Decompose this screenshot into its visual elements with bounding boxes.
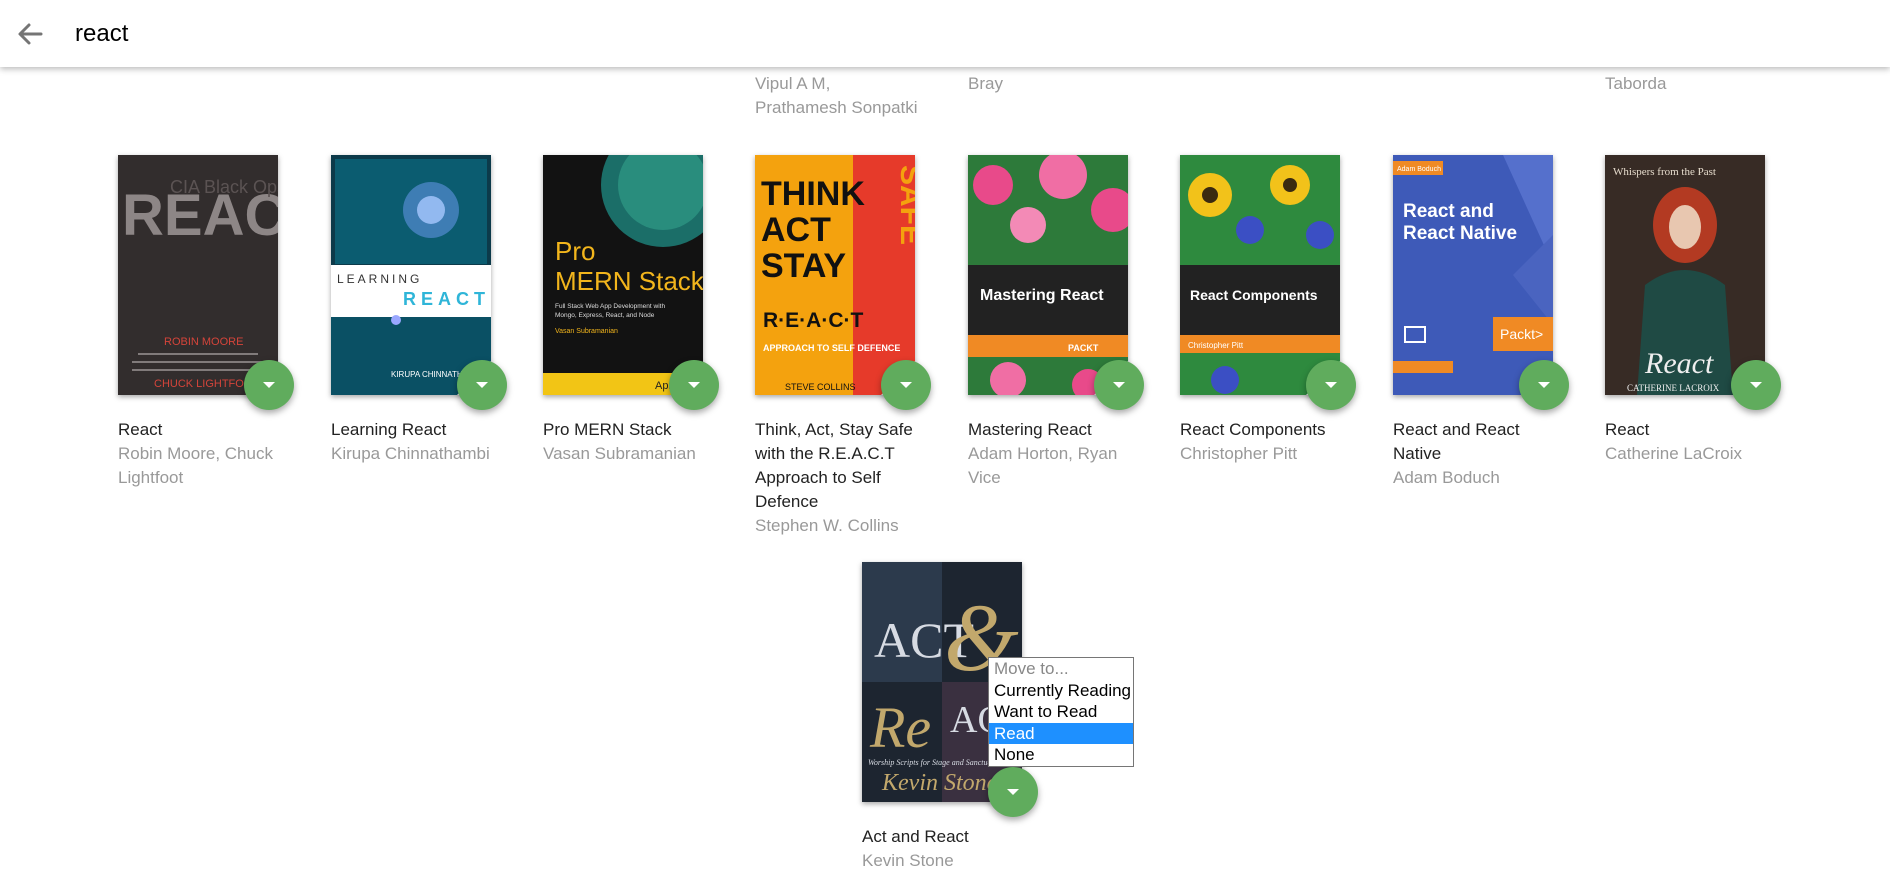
- cover-text: SAFE: [894, 165, 915, 245]
- chevron-down-icon: [1325, 382, 1337, 388]
- book-authors: Bray: [968, 74, 1003, 93]
- book-authors: Taborda: [1605, 74, 1667, 93]
- cover-text: React: [1644, 347, 1714, 380]
- chevron-down-icon: [476, 382, 488, 388]
- book-authors: Adam Boduch: [1393, 468, 1500, 487]
- cover-text: Kevin Stone: [881, 770, 998, 796]
- book-title: Mastering React Adam Horton, Ryan Vice: [968, 418, 1143, 490]
- option-none[interactable]: None: [989, 744, 1133, 766]
- shelf-changer-button[interactable]: [669, 360, 719, 410]
- option-currently-reading[interactable]: Currently Reading: [989, 680, 1133, 702]
- cover-text: Pro: [555, 236, 595, 266]
- shelf-changer-button[interactable]: [1519, 360, 1569, 410]
- arrow-back-icon: [18, 23, 43, 45]
- option-move-to: Move to...: [994, 659, 1069, 678]
- chevron-down-icon: [900, 382, 912, 388]
- book-title: Learning React Kirupa Chinnathambi: [331, 418, 506, 466]
- book-title: React Robin Moore, Chuck Lightfoot: [118, 418, 293, 490]
- search-input[interactable]: [75, 14, 1075, 54]
- book-authors: Robin Moore, Chuck Lightfoot: [118, 444, 273, 487]
- book-title-text: Learning React: [331, 420, 447, 439]
- book-title: React and React Native Adam Boduch: [1393, 418, 1568, 490]
- book-title-text: React Components: [1180, 420, 1326, 439]
- cover-text: STAY: [761, 247, 846, 285]
- cover-text: React Components: [1190, 287, 1318, 303]
- book-authors: Catherine LaCroix: [1605, 444, 1743, 463]
- search-bar: [0, 0, 1890, 67]
- book-title-text: React: [118, 420, 163, 439]
- cover-text: React and: [1403, 201, 1494, 222]
- shelf-changer-button[interactable]: [244, 360, 294, 410]
- book-cover[interactable]: React Components Christopher Pitt: [1180, 155, 1340, 395]
- chevron-down-icon: [1113, 382, 1125, 388]
- shelf-changer-button[interactable]: [881, 360, 931, 410]
- book-title-text: Pro MERN Stack: [543, 420, 672, 439]
- cover-text: LEARNING: [337, 272, 422, 286]
- book-title-text: Act and React: [862, 827, 969, 846]
- cover-text: Worship Scripts for Stage and Sanctuary: [868, 758, 999, 767]
- search-results: Vipul A M, Prathamesh Sonpatki Bray Tabo…: [0, 0, 1890, 882]
- shelf-select-dropdown[interactable]: Move to... Currently Reading Want to Rea…: [988, 657, 1134, 767]
- cover-text: APPROACH TO SELF DEFENCE: [763, 343, 900, 353]
- book-title-text: React: [1605, 420, 1650, 439]
- shelf-changer-button[interactable]: [1306, 360, 1356, 410]
- book-title: Think, Act, Stay Safe with the R.E.A.C.T…: [755, 418, 930, 538]
- cover-text: ACT: [761, 211, 831, 249]
- book-cover[interactable]: THINK ACT STAY SAFE R·E·A·C·T APPROACH T…: [755, 155, 915, 395]
- cover-text: Adam Boduch: [1397, 166, 1441, 173]
- book-authors: Vasan Subramanian: [543, 444, 696, 463]
- cover-text: React Native: [1403, 223, 1517, 244]
- book-cover[interactable]: Mastering React PACKT: [968, 155, 1128, 395]
- book-title: React Catherine LaCroix: [1605, 418, 1780, 466]
- book-cover[interactable]: Pro MERN Stack Full Stack Web App Develo…: [543, 155, 703, 395]
- cover-text: THINK: [761, 175, 865, 213]
- back-button[interactable]: [14, 18, 48, 50]
- option-read[interactable]: Read: [989, 722, 1133, 744]
- book-cover[interactable]: Whispers from the Past React CATHERINE L…: [1605, 155, 1765, 395]
- chevron-down-icon: [688, 382, 700, 388]
- cover-text: Whispers from the Past: [1613, 166, 1716, 178]
- cover-text: Full Stack Web App Development with: [555, 303, 665, 310]
- cover-text: Vasan Subramanian: [555, 328, 618, 335]
- cover-text: REACT: [403, 289, 490, 309]
- cover-text: R·E·A·C·T: [763, 309, 863, 332]
- option-want-to-read[interactable]: Want to Read: [989, 701, 1133, 723]
- cover-text: PACKT: [1068, 343, 1099, 353]
- cover-text: CATHERINE LACROIX: [1627, 383, 1720, 393]
- book-title-text: Mastering React: [968, 420, 1092, 439]
- shelf-changer-button[interactable]: [457, 360, 507, 410]
- book-authors: Kevin Stone: [862, 851, 954, 870]
- book-title-text: React and React Native: [1393, 420, 1520, 463]
- shelf-changer-button[interactable]: [1731, 360, 1781, 410]
- cover-text: STEVE COLLINS: [785, 382, 856, 392]
- cover-text: Christopher Pitt: [1188, 341, 1244, 350]
- chevron-down-icon: [1538, 382, 1550, 388]
- cover-text: ROBIN MOORE: [164, 336, 243, 348]
- chevron-down-icon: [263, 382, 275, 388]
- chevron-down-icon: [1007, 789, 1019, 795]
- cover-text: Re: [869, 695, 931, 760]
- chevron-down-icon: [1750, 382, 1762, 388]
- shelf-changer-button[interactable]: [1094, 360, 1144, 410]
- cover-text: Packt>: [1500, 326, 1543, 342]
- book-title-text: Think, Act, Stay Safe with the R.E.A.C.T…: [755, 420, 913, 511]
- book-authors: Vipul A M, Prathamesh Sonpatki: [755, 74, 918, 117]
- cover-text: Mastering React: [980, 287, 1104, 304]
- cover-text: MERN Stack: [555, 266, 703, 296]
- book-cover[interactable]: Adam Boduch React and React Native Packt…: [1393, 155, 1553, 395]
- book-authors: Stephen W. Collins: [755, 516, 899, 535]
- book-authors: Kirupa Chinnathambi: [331, 444, 490, 463]
- book-cover[interactable]: LEARNING REACT KIRUPA CHINNATHAMBI: [331, 155, 491, 395]
- book-title: React Components Christopher Pitt: [1180, 418, 1355, 466]
- cover-text: CIA Black Ops: [170, 177, 278, 197]
- book-authors: Christopher Pitt: [1180, 444, 1298, 463]
- book-cover[interactable]: REACT CIA Black Ops ROBIN MOORE CHUCK LI…: [118, 155, 278, 395]
- book-title: Act and React Kevin Stone: [862, 825, 1037, 873]
- shelf-changer-button[interactable]: [988, 767, 1038, 817]
- book-title: Pro MERN Stack Vasan Subramanian: [543, 418, 718, 466]
- book-authors: Adam Horton, Ryan Vice: [968, 444, 1118, 487]
- cover-text: Mongo, Express, React, and Node: [555, 312, 655, 319]
